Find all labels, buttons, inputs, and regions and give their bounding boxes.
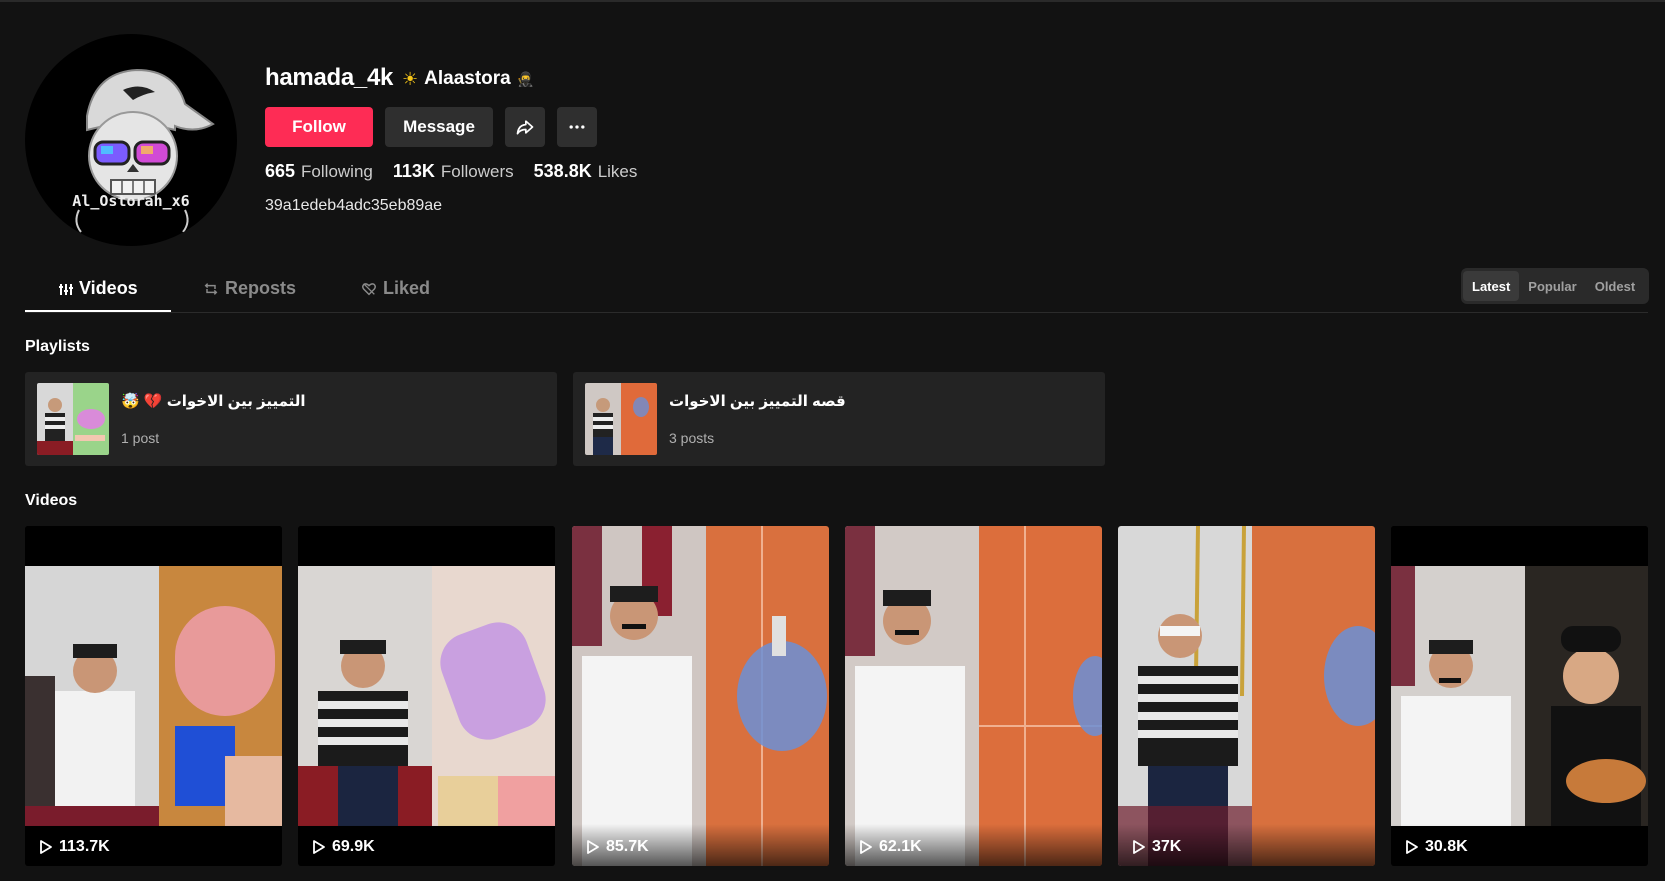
view-count-value: 69.9K (332, 838, 375, 855)
following-count: 665 (265, 161, 296, 181)
profile-stats: 665 Following 113K Followers 538.8K Likes (265, 161, 637, 182)
video-thumbnail (845, 526, 1102, 866)
playlist-post-count: 3 posts (669, 430, 715, 446)
playlist-thumbnail (585, 383, 657, 455)
sort-latest[interactable]: Latest (1463, 271, 1520, 301)
video-card[interactable]: 37K (1118, 526, 1375, 866)
video-thumbnail (1118, 526, 1375, 866)
likes-label: Likes (597, 162, 638, 181)
play-icon (313, 840, 325, 854)
tab-videos-label: Videos (79, 278, 138, 298)
active-tab-indicator (25, 310, 171, 312)
view-count-value: 85.7K (606, 838, 649, 855)
followers-count: 113K (392, 161, 435, 181)
following-label: Following (301, 162, 373, 181)
view-count-value: 62.1K (879, 838, 922, 855)
playlist-thumbnail (37, 383, 109, 455)
playlists-heading: Playlists (25, 338, 90, 355)
tab-liked[interactable]: Liked (361, 278, 430, 299)
stat-following[interactable]: 665 Following (265, 161, 373, 182)
video-card[interactable]: 85.7K (572, 526, 829, 866)
play-icon (40, 840, 52, 854)
top-divider (0, 0, 1665, 2)
video-thumbnail (298, 526, 555, 826)
view-count: 37K (1132, 838, 1181, 856)
play-icon (587, 840, 599, 854)
stat-followers[interactable]: 113K Followers (393, 161, 514, 182)
video-thumbnail (572, 526, 829, 866)
bio: 39a1edeb4adc35eb89ae (265, 197, 443, 214)
view-count: 62.1K (859, 838, 922, 856)
share-icon (516, 120, 534, 135)
avatar[interactable]: Al_Ostorah_x6 (25, 34, 237, 246)
play-icon (1406, 840, 1418, 854)
sun-icon: ☀ (402, 68, 419, 89)
video-card[interactable]: 30.8K (1391, 526, 1648, 866)
play-icon (860, 840, 872, 854)
video-card[interactable]: 62.1K (845, 526, 1102, 866)
video-thumbnail (1391, 526, 1648, 826)
playlist-title: التمييز بين الاخوات 💔 🤯 (121, 393, 306, 410)
tab-videos[interactable]: Videos (59, 278, 138, 299)
avatar-logo-text: Al_Ostorah_x6 (72, 192, 190, 210)
nickname: Alaastora (424, 68, 511, 89)
message-button[interactable]: Message (385, 107, 493, 147)
view-count: 113.7K (39, 838, 110, 856)
video-card[interactable]: 113.7K (25, 526, 282, 866)
video-card[interactable]: 69.9K (298, 526, 555, 866)
share-button[interactable] (505, 107, 545, 147)
view-count: 85.7K (586, 838, 649, 856)
bars-icon (59, 283, 73, 295)
followers-label: Followers (440, 162, 514, 181)
view-count-value: 37K (1152, 838, 1182, 855)
play-icon (1133, 840, 1145, 854)
username: hamada_4k (265, 64, 394, 91)
profile-tabs: Videos Reposts Liked (25, 270, 1648, 313)
tab-reposts-label: Reposts (225, 278, 297, 298)
ellipsis-icon (569, 125, 585, 129)
view-count: 30.8K (1405, 838, 1468, 856)
repost-icon (204, 282, 218, 295)
sort-toggle: Latest Popular Oldest (1461, 268, 1649, 304)
ninja-emoji-icon: 🥷 (516, 70, 535, 87)
view-count-value: 30.8K (1425, 838, 1468, 855)
view-count-value: 113.7K (59, 838, 110, 855)
view-count: 69.9K (312, 838, 375, 856)
more-options-button[interactable] (557, 107, 597, 147)
tab-reposts[interactable]: Reposts (203, 278, 296, 299)
video-thumbnail (25, 526, 282, 826)
playlist-card[interactable]: قصه التمييز بين الاخوات 3 posts (573, 372, 1105, 466)
skull-cap-avatar-image (75, 68, 215, 233)
stat-likes: 538.8K Likes (534, 161, 638, 182)
sort-oldest[interactable]: Oldest (1586, 271, 1644, 301)
playlist-post-count: 1 post (121, 430, 160, 446)
likes-count: 538.8K (533, 161, 592, 181)
follow-button[interactable]: Follow (265, 107, 373, 147)
tab-liked-label: Liked (383, 278, 431, 298)
playlist-title: قصه التمييز بين الاخوات (669, 393, 846, 410)
nickname-row: ☀ Alaastora 🥷 (402, 68, 534, 90)
playlist-card[interactable]: التمييز بين الاخوات 💔 🤯 1 post (25, 372, 557, 466)
sort-popular[interactable]: Popular (1519, 271, 1585, 301)
heart-icon (362, 282, 376, 295)
videos-heading: Videos (25, 492, 78, 509)
